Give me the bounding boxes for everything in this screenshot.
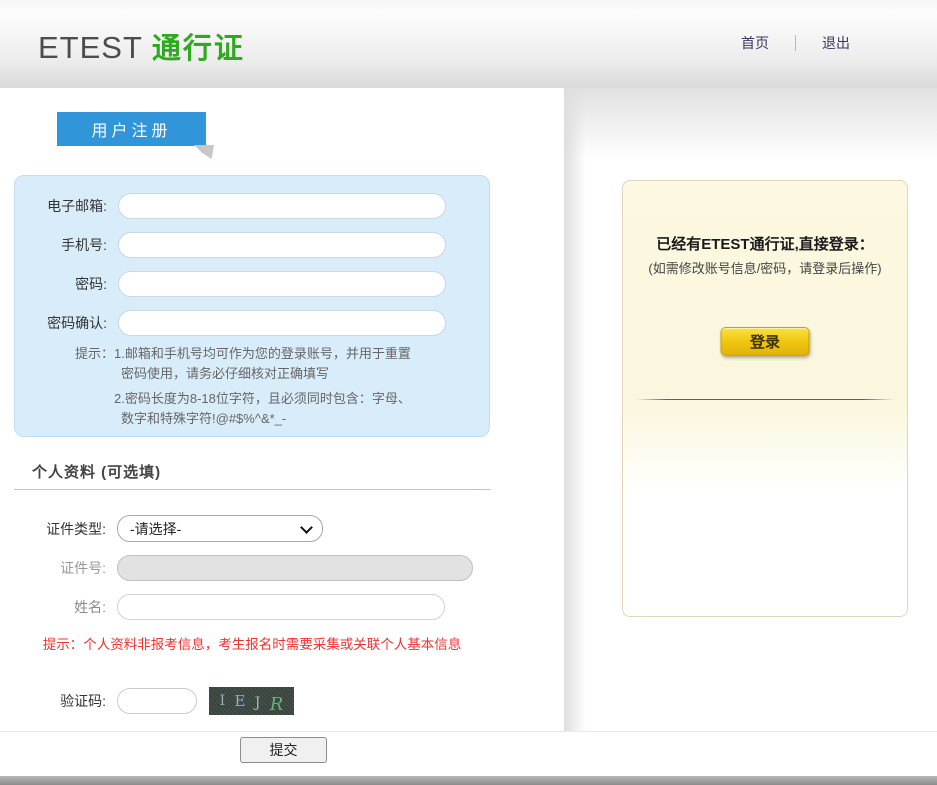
id-type-row: 证件类型: -请选择- — [14, 515, 490, 542]
app-logo: ETEST 通行证 — [38, 25, 245, 67]
phone-row: 手机号: — [15, 232, 489, 258]
id-number-label: 证件号: — [14, 558, 106, 578]
login-panel-divider — [636, 399, 894, 400]
account-form-panel: 电子邮箱: 手机号: 密码: 密码确认: 提示： 1.邮箱和手机号均可作为您的登… — [14, 175, 490, 437]
captcha-char: I — [220, 693, 226, 709]
logo-pass-text: 通行证 — [152, 33, 245, 65]
password-confirm-label: 密码确认: — [15, 313, 107, 333]
personal-warning-text: 提示：个人资料非报考信息，考生报名时需要采集或关联个人基本信息 — [14, 633, 490, 653]
nav-divider — [795, 35, 796, 51]
password-field[interactable] — [118, 271, 446, 297]
page: ETEST 通行证 首页 退出 用户注册 电子邮箱: 手机号: 密码: 密码确认: — [0, 0, 937, 785]
form-hint-line: 密码使用，请务必仔细核对正确填写 — [114, 364, 411, 384]
password-label: 密码: — [15, 274, 107, 294]
email-label: 电子邮箱: — [15, 196, 107, 216]
form-hint-line: 1.邮箱和手机号均可作为您的登录账号，并用于重置 — [114, 344, 411, 364]
captcha-image[interactable]: I E J R — [209, 687, 294, 715]
header: ETEST 通行证 首页 退出 — [0, 0, 937, 88]
nav-home-link[interactable]: 首页 — [741, 33, 769, 53]
tab-user-register: 用户注册 — [57, 112, 206, 146]
tab-user-register-label: 用户注册 — [91, 117, 171, 141]
id-type-select-wrap: -请选择- — [117, 515, 323, 542]
id-type-label: 证件类型: — [14, 519, 106, 539]
phone-label: 手机号: — [15, 235, 107, 255]
email-field[interactable] — [118, 193, 446, 219]
phone-field[interactable] — [118, 232, 446, 258]
captcha-field[interactable] — [117, 688, 197, 714]
name-label: 姓名: — [14, 597, 106, 617]
form-hint: 提示： 1.邮箱和手机号均可作为您的登录账号，并用于重置 密码使用，请务必仔细核… — [75, 344, 411, 429]
captcha-char: R — [270, 694, 284, 715]
form-hint-line: 2.密码长度为8-18位字符，且必须同时包含：字母、 — [114, 389, 411, 409]
captcha-char: J — [255, 695, 261, 711]
id-number-row: 证件号: — [14, 554, 490, 581]
submit-button[interactable]: 提交 — [240, 737, 327, 763]
name-field[interactable] — [117, 594, 445, 620]
name-row: 姓名: — [14, 593, 490, 620]
password-confirm-field[interactable] — [118, 310, 446, 336]
login-panel-subtitle: (如需修改账号信息/密码，请登录后操作) — [623, 258, 907, 277]
captcha-row: 验证码: I E J R — [14, 687, 490, 715]
tab-tail-decoration — [194, 145, 214, 159]
form-hint-line: 数字和特殊字符!@#$%^&*_- — [114, 409, 411, 429]
nav-logout-link[interactable]: 退出 — [822, 33, 850, 53]
captcha-char: E — [235, 692, 246, 710]
content-bottom-line — [0, 731, 937, 732]
logo-etest-text: ETEST — [38, 30, 143, 65]
id-number-field — [117, 555, 473, 581]
form-hint-lines: 1.邮箱和手机号均可作为您的登录账号，并用于重置 密码使用，请务必仔细核对正确填… — [114, 344, 411, 429]
header-nav: 首页 退出 — [741, 33, 850, 53]
password-row: 密码: — [15, 271, 489, 297]
password-confirm-row: 密码确认: — [15, 310, 489, 336]
email-row: 电子邮箱: — [15, 193, 489, 219]
footer-bar — [0, 776, 937, 785]
id-type-select[interactable]: -请选择- — [117, 515, 323, 542]
personal-section-divider — [14, 489, 491, 490]
login-panel-title: 已经有ETEST通行证,直接登录： — [623, 233, 907, 254]
personal-section-title: 个人资料 (可选填) — [32, 461, 161, 482]
captcha-label: 验证码: — [14, 691, 106, 711]
form-hint-prefix: 提示： — [75, 344, 114, 429]
login-panel: 已经有ETEST通行证,直接登录： (如需修改账号信息/密码，请登录后操作) 登… — [622, 180, 908, 617]
login-button[interactable]: 登录 — [721, 327, 810, 356]
